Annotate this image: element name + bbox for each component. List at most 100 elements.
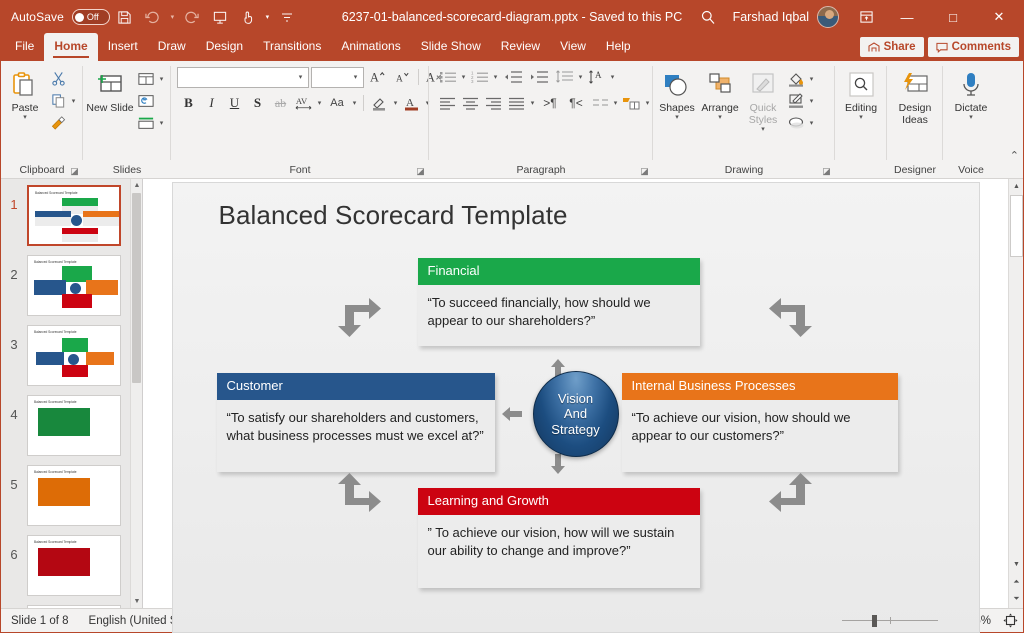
slide-canvas[interactable]: Balanced Scorecard Template Financial “T…	[172, 183, 979, 632]
font-size-caret[interactable]: ▾	[351, 73, 360, 81]
shapes-caret[interactable]: ▾	[673, 114, 682, 122]
touch-mode-icon[interactable]	[235, 4, 261, 30]
dictate-caret[interactable]: ▾	[967, 114, 976, 122]
character-spacing-caret[interactable]: ▾	[315, 99, 324, 107]
quick-styles-caret[interactable]: ▾	[759, 126, 768, 134]
card-learning-and-growth[interactable]: Learning and Growth ” To achieve our vis…	[417, 488, 700, 588]
card-customer[interactable]: Customer “To satisfy our shareholders an…	[216, 373, 495, 472]
align-right-icon[interactable]	[482, 92, 505, 114]
shape-outline-button[interactable]: ▾	[784, 90, 818, 111]
design-ideas-button[interactable]: Design Ideas	[890, 66, 940, 126]
line-spacing-icon[interactable]	[552, 66, 576, 88]
format-painter-button[interactable]	[46, 112, 80, 133]
text-highlight-icon[interactable]	[368, 92, 391, 114]
columns-icon[interactable]	[589, 92, 611, 114]
numbering-caret[interactable]: ▾	[491, 73, 500, 81]
thumbnail-slide-5[interactable]: 5 Balanced Scorecard Template	[1, 465, 142, 526]
bullets-icon[interactable]	[436, 66, 459, 88]
card-internal-business-processes[interactable]: Internal Business Processes “To achieve …	[621, 373, 898, 472]
font-name-input[interactable]: ▾	[177, 66, 309, 88]
scroll-up-icon[interactable]: ▲	[1009, 179, 1024, 194]
increase-indent-icon[interactable]	[526, 66, 552, 88]
change-case-caret[interactable]: ▾	[350, 99, 359, 107]
search-icon[interactable]	[691, 2, 725, 32]
close-button[interactable]: ✕	[977, 1, 1021, 33]
strikethrough-icon[interactable]: ab	[269, 92, 292, 114]
new-slide-button[interactable]: New Slide	[86, 66, 134, 114]
layout-caret[interactable]: ▾	[157, 75, 166, 83]
scroll-down-icon[interactable]: ▼	[1009, 557, 1024, 572]
layout-button[interactable]: ▾	[134, 68, 168, 89]
copy-caret[interactable]: ▾	[69, 97, 78, 105]
tab-design[interactable]: Design	[196, 33, 253, 61]
shadow-icon[interactable]: S	[246, 92, 269, 114]
tab-help[interactable]: Help	[596, 33, 641, 61]
copy-button[interactable]: ▾	[46, 90, 80, 111]
bold-icon[interactable]: B	[177, 92, 200, 114]
tab-review[interactable]: Review	[491, 33, 550, 61]
thumbnail-slide-1[interactable]: 1 Balanced Scorecard Template	[1, 185, 142, 246]
tab-view[interactable]: View	[550, 33, 596, 61]
paste-caret[interactable]: ▾	[21, 114, 30, 122]
share-button[interactable]: Share	[859, 37, 924, 57]
tab-insert[interactable]: Insert	[98, 33, 148, 61]
thumbnail-scroll-down-icon[interactable]: ▼	[131, 595, 142, 608]
section-caret[interactable]: ▾	[157, 119, 166, 127]
ribbon-display-options-icon[interactable]	[849, 2, 883, 32]
thumbnail-slide-3[interactable]: 3 Balanced Scorecard Template	[1, 325, 142, 386]
reset-button[interactable]	[134, 90, 168, 111]
next-slide-icon[interactable]: ⏷	[1009, 590, 1024, 607]
slide-vertical-scrollbar[interactable]: ▲ ▼ ⏶ ⏷	[1008, 179, 1023, 608]
thumbnail-scroll-up-icon[interactable]: ▲	[131, 179, 142, 192]
cut-button[interactable]	[46, 68, 80, 89]
editing-button[interactable]: Editing ▾	[838, 66, 884, 122]
thumbnail-slide-4[interactable]: 4 Balanced Scorecard Template	[1, 395, 142, 456]
thumbnail-slide-2[interactable]: 2 Balanced Scorecard Template	[1, 255, 142, 316]
italic-icon[interactable]: I	[200, 92, 223, 114]
rtl-text-icon[interactable]: >¶	[537, 92, 563, 114]
arrange-button[interactable]: Arrange ▾	[698, 66, 742, 122]
align-left-icon[interactable]	[436, 92, 459, 114]
tab-transitions[interactable]: Transitions	[253, 33, 331, 61]
line-spacing-caret[interactable]: ▾	[576, 73, 585, 81]
minimize-button[interactable]: —	[885, 1, 929, 33]
slide-indicator[interactable]: Slide 1 of 8	[1, 615, 79, 627]
center-vision-circle[interactable]: Vision And Strategy	[532, 371, 619, 457]
font-dialog-launcher[interactable]: ◪	[415, 166, 426, 177]
section-button[interactable]: ▾	[134, 112, 168, 133]
dictate-button[interactable]: Dictate ▾	[946, 66, 996, 122]
tab-animations[interactable]: Animations	[331, 33, 410, 61]
previous-slide-icon[interactable]: ⏶	[1009, 573, 1024, 590]
justify-icon[interactable]	[505, 92, 528, 114]
font-name-caret[interactable]: ▾	[296, 73, 305, 81]
save-icon[interactable]	[112, 4, 138, 30]
columns-caret[interactable]: ▾	[611, 99, 620, 107]
character-spacing-icon[interactable]: AV	[292, 92, 315, 114]
shrink-font-icon[interactable]: A	[391, 66, 414, 88]
thumbnail-scroll-handle[interactable]	[132, 193, 141, 383]
tab-draw[interactable]: Draw	[148, 33, 196, 61]
quick-styles-button[interactable]: Quick Styles ▾	[742, 66, 784, 134]
ltr-text-icon[interactable]: ¶<	[563, 92, 589, 114]
tab-file[interactable]: File	[5, 33, 44, 61]
drawing-dialog-launcher[interactable]: ◪	[821, 166, 832, 177]
shape-fill-caret[interactable]: ▾	[807, 75, 816, 83]
shape-effects-caret[interactable]: ▾	[807, 119, 816, 127]
thumbnail-scrollbar[interactable]: ▲ ▼	[130, 179, 142, 608]
comments-button[interactable]: Comments	[927, 37, 1019, 57]
zoom-slider-handle[interactable]	[872, 614, 878, 627]
editing-caret[interactable]: ▾	[857, 114, 866, 122]
grow-font-icon[interactable]: A	[366, 66, 389, 88]
numbering-icon[interactable]: 123	[468, 66, 491, 88]
fit-slide-to-window-icon[interactable]	[997, 613, 1023, 628]
convert-to-smartart-icon[interactable]	[620, 92, 643, 114]
font-color-icon[interactable]: A	[400, 92, 423, 114]
start-presentation-icon[interactable]	[207, 4, 233, 30]
text-direction-caret[interactable]: ▾	[608, 73, 617, 81]
undo-dropdown-caret[interactable]: ▾	[168, 13, 177, 21]
font-size-input[interactable]: ▾	[311, 66, 364, 88]
paste-button[interactable]: Paste ▾	[4, 66, 46, 122]
zoom-slider[interactable]	[842, 614, 939, 627]
convert-to-smartart-caret[interactable]: ▾	[643, 99, 652, 107]
customize-quick-access-icon[interactable]	[274, 4, 300, 30]
